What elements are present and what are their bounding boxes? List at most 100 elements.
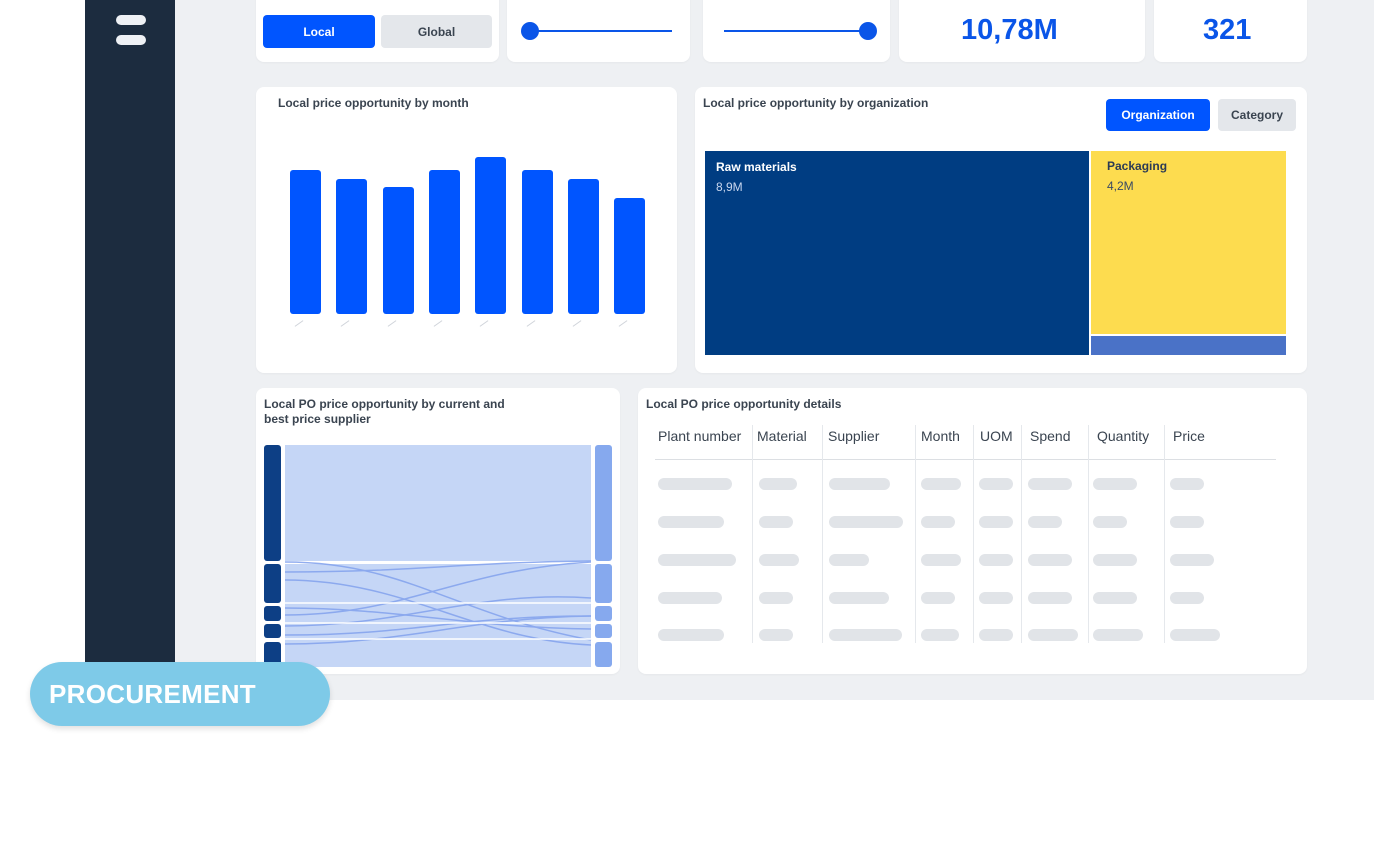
- slider-end-handle[interactable]: [859, 22, 877, 40]
- placeholder-cell: [759, 554, 799, 566]
- month-chart-title: Local price opportunity by month: [278, 96, 469, 110]
- treemap-value-packaging: 4,2M: [1107, 179, 1134, 193]
- placeholder-cell: [1028, 592, 1072, 604]
- procurement-badge-label: PROCUREMENT: [49, 678, 256, 709]
- organization-toggle-button[interactable]: Organization: [1106, 99, 1210, 131]
- placeholder-cell: [829, 592, 889, 604]
- supplier-flow-title-line1: Local PO price opportunity by current an…: [264, 397, 505, 411]
- sankey-node-right-4: [595, 624, 612, 638]
- month-bar[interactable]: [614, 198, 645, 314]
- placeholder-cell: [921, 592, 955, 604]
- kpi-opportunity-value: 10,78M: [961, 14, 1058, 46]
- menu-icon-bottom-bar[interactable]: [116, 35, 146, 45]
- placeholder-cell: [1093, 478, 1137, 490]
- placeholder-cell: [1093, 592, 1137, 604]
- placeholder-cell: [1028, 554, 1072, 566]
- placeholder-cell: [658, 629, 724, 641]
- sankey-node-right-3: [595, 606, 612, 621]
- placeholder-cell: [658, 516, 724, 528]
- table-header-divider: [655, 459, 1276, 460]
- scope-global-button[interactable]: Global: [381, 15, 492, 48]
- slider-start-track[interactable]: [530, 30, 672, 32]
- sankey-node-left-2: [264, 564, 281, 603]
- column-divider: [915, 425, 916, 643]
- placeholder-cell: [1093, 554, 1137, 566]
- supplier-flow-title-line2: best price supplier: [264, 412, 371, 426]
- sankey-node-left-4: [264, 624, 281, 638]
- slider-end-track[interactable]: [724, 30, 869, 32]
- treemap-value-raw-materials: 8,9M: [716, 180, 743, 194]
- month-bar[interactable]: [568, 179, 599, 314]
- month-bar[interactable]: [336, 179, 367, 314]
- column-header-spend[interactable]: Spend: [1030, 428, 1070, 444]
- sankey-flow-lower: [285, 564, 591, 667]
- placeholder-cell: [759, 516, 793, 528]
- placeholder-cell: [1170, 592, 1204, 604]
- placeholder-cell: [759, 592, 793, 604]
- column-header-price[interactable]: Price: [1173, 428, 1205, 444]
- column-divider: [1088, 425, 1089, 643]
- column-header-quantity[interactable]: Quantity: [1097, 428, 1149, 444]
- slider-start-handle[interactable]: [521, 22, 539, 40]
- placeholder-cell: [658, 592, 722, 604]
- column-header-material[interactable]: Material: [757, 428, 807, 444]
- placeholder-cell: [1170, 554, 1214, 566]
- sankey-node-right-1: [595, 445, 612, 561]
- placeholder-cell: [829, 478, 890, 490]
- placeholder-cell: [658, 478, 732, 490]
- category-toggle-button[interactable]: Category: [1218, 99, 1296, 131]
- treemap-tile-raw-materials[interactable]: [705, 151, 1089, 355]
- treemap-label-raw-materials: Raw materials: [716, 160, 797, 174]
- placeholder-cell: [921, 478, 961, 490]
- sankey-flow-main: [285, 445, 591, 561]
- placeholder-cell: [1093, 516, 1127, 528]
- column-header-uom[interactable]: UOM: [980, 428, 1013, 444]
- month-bar[interactable]: [290, 170, 321, 314]
- column-divider: [822, 425, 823, 643]
- month-bar[interactable]: [475, 157, 506, 314]
- placeholder-cell: [829, 629, 902, 641]
- placeholder-cell: [979, 478, 1013, 490]
- column-divider: [1164, 425, 1165, 643]
- column-divider: [973, 425, 974, 643]
- placeholder-cell: [979, 592, 1013, 604]
- treemap-tile-other[interactable]: [1091, 336, 1286, 355]
- placeholder-cell: [979, 554, 1013, 566]
- placeholder-cell: [759, 629, 793, 641]
- placeholder-cell: [921, 516, 955, 528]
- placeholder-cell: [1170, 478, 1204, 490]
- placeholder-cell: [1170, 629, 1220, 641]
- sidebar: [85, 0, 175, 700]
- placeholder-cell: [829, 554, 869, 566]
- placeholder-cell: [658, 554, 736, 566]
- sankey-node-right-2: [595, 564, 612, 603]
- placeholder-cell: [979, 629, 1013, 641]
- sankey-node-left-1: [264, 445, 281, 561]
- sankey-node-right-5: [595, 642, 612, 667]
- placeholder-cell: [1028, 516, 1062, 528]
- column-divider: [752, 425, 753, 643]
- placeholder-cell: [921, 554, 961, 566]
- placeholder-cell: [759, 478, 797, 490]
- placeholder-cell: [1028, 629, 1078, 641]
- details-table-title: Local PO price opportunity details: [646, 397, 842, 411]
- placeholder-cell: [979, 516, 1013, 528]
- treemap-label-packaging: Packaging: [1107, 159, 1168, 173]
- placeholder-cell: [1028, 478, 1072, 490]
- month-bar[interactable]: [429, 170, 460, 314]
- placeholder-cell: [829, 516, 903, 528]
- scope-local-button[interactable]: Local: [263, 15, 375, 48]
- column-divider: [1021, 425, 1022, 643]
- month-bar[interactable]: [522, 170, 553, 314]
- placeholder-cell: [1093, 629, 1143, 641]
- column-header-plant-number[interactable]: Plant number: [658, 428, 741, 444]
- menu-icon-top-bar[interactable]: [116, 15, 146, 25]
- supplier-sankey-diagram: [264, 445, 612, 667]
- column-header-month[interactable]: Month: [921, 428, 960, 444]
- kpi-count-value: 321: [1203, 14, 1252, 46]
- placeholder-cell: [921, 629, 959, 641]
- organization-chart-title: Local price opportunity by organization: [703, 96, 929, 110]
- column-header-supplier[interactable]: Supplier: [828, 428, 879, 444]
- placeholder-cell: [1170, 516, 1204, 528]
- month-bar[interactable]: [383, 187, 414, 314]
